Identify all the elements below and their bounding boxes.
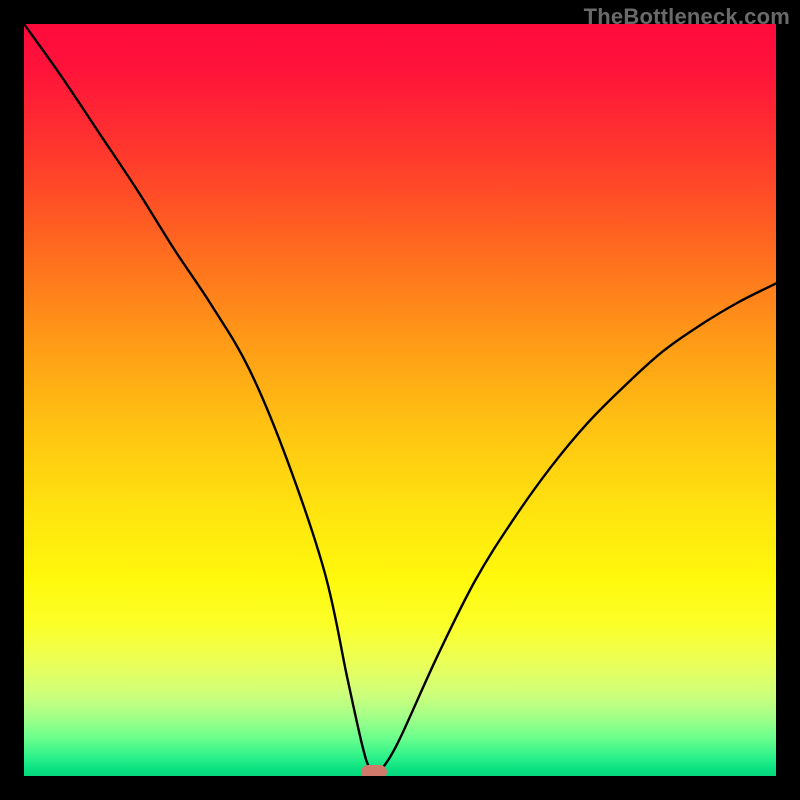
optimum-marker xyxy=(361,765,387,776)
watermark-text: TheBottleneck.com xyxy=(584,4,790,30)
bottleneck-curve xyxy=(24,24,776,776)
chart-frame: TheBottleneck.com xyxy=(0,0,800,800)
curve-path xyxy=(24,24,776,773)
plot-area xyxy=(24,24,776,776)
